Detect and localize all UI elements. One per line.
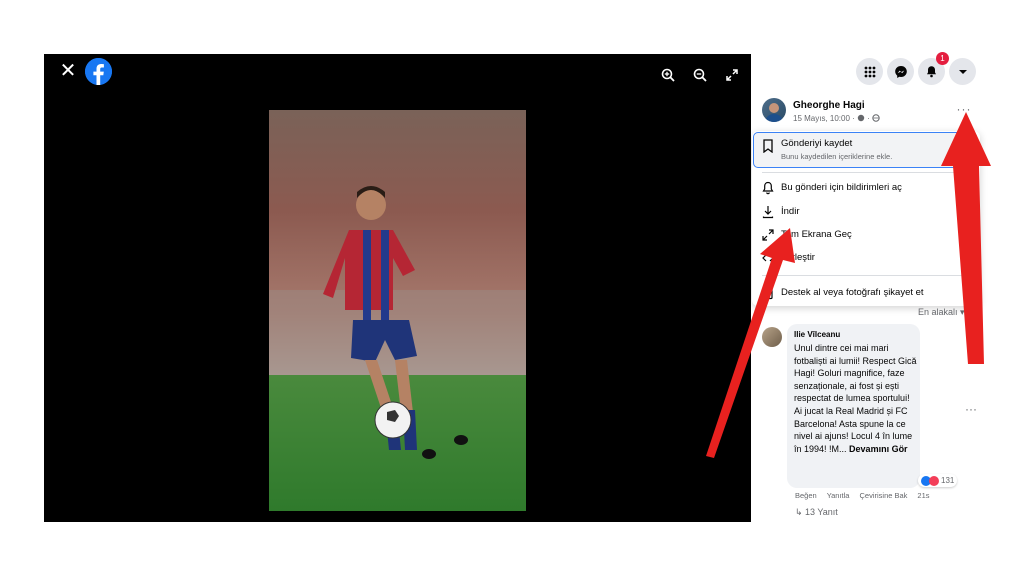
post-header: Gheorghe Hagi 15 Mayıs, 10:00 · · (762, 98, 972, 128)
fullscreen-icon[interactable] (721, 64, 743, 86)
post-meta: 15 Mayıs, 10:00 · · (793, 114, 880, 123)
post-photo (269, 110, 526, 511)
report-label: Destek al veya fotoğrafı şikayet et (781, 287, 924, 298)
facebook-logo[interactable] (85, 58, 112, 85)
fullscreen-label: Tam Ekrana Geç (781, 229, 852, 240)
menu-item-report[interactable]: Destek al veya fotoğrafı şikayet et (752, 283, 980, 303)
download-icon (762, 206, 774, 219)
notifications-button[interactable]: 1 (918, 52, 949, 85)
post-options-menu: Gönderiyi kaydet Bunu kaydedilen içerikl… (752, 131, 980, 306)
zoom-out-icon[interactable] (689, 64, 711, 86)
save-post-sublabel: Bunu kaydedilen içeriklerine ekle. (781, 152, 893, 161)
globe-icon (872, 114, 880, 122)
bell-icon (762, 181, 774, 195)
comment-sort-dropdown[interactable]: En alakalı ▾ (918, 307, 965, 318)
notification-badge: 1 (936, 52, 949, 65)
comment-reactions[interactable]: 131 (918, 474, 958, 487)
download-label: İndir (781, 206, 800, 217)
author-avatar[interactable] (762, 98, 786, 122)
comment-bubble: Ilie Vîlceanu Unul dintre cei mai mari f… (787, 324, 920, 488)
report-icon (763, 286, 773, 300)
embed-icon (762, 254, 774, 262)
reaction-count: 131 (941, 476, 955, 485)
clock-icon (857, 114, 865, 122)
facebook-f-icon (85, 58, 112, 85)
notifications-label: Bu gönderi için bildirimleri aç (781, 182, 902, 193)
view-replies-link[interactable]: ↳ 13 Yanıt (795, 507, 838, 518)
account-button[interactable] (949, 58, 976, 85)
caret-down-icon (958, 69, 967, 74)
messenger-button[interactable] (887, 58, 914, 85)
comment-actions: Beğen Yanıtla Çevirisine Bak 21s (795, 491, 930, 500)
post-author[interactable]: Gheorghe Hagi (793, 100, 865, 111)
menu-grid-button[interactable] (856, 58, 883, 85)
comment-time[interactable]: 21s (917, 491, 929, 500)
menu-item-notifications[interactable]: Bu gönderi için bildirimleri aç (752, 178, 980, 198)
menu-item-embed[interactable]: Yerleştir (752, 248, 980, 268)
post-options-button[interactable]: ··· (955, 103, 973, 118)
like-button[interactable]: Beğen (795, 491, 817, 500)
commenter-name[interactable]: Ilie Vîlceanu (794, 330, 840, 339)
close-icon[interactable]: ✕ (58, 60, 78, 82)
save-post-label: Gönderiyi kaydet (781, 138, 853, 149)
comment-text: Unul dintre cei mai mari fotbaliști ai l… (794, 343, 917, 454)
messenger-icon (894, 65, 907, 78)
football-player-photo (269, 110, 526, 511)
translate-button[interactable]: Çevirisine Bak (859, 491, 907, 500)
grid-icon (864, 66, 875, 77)
bell-icon (927, 66, 936, 78)
post-date[interactable]: 15 Mayıs, 10:00 · (793, 114, 855, 123)
reply-button[interactable]: Yanıtla (827, 491, 850, 500)
comment-options-button[interactable]: ··· (965, 402, 977, 416)
fullscreen-icon (762, 229, 774, 241)
embed-label: Yerleştir (781, 252, 815, 263)
see-more-link[interactable]: Devamını Gör (849, 444, 908, 454)
love-reaction-icon (929, 475, 939, 486)
bookmark-icon (763, 139, 773, 153)
commenter-avatar[interactable] (762, 327, 782, 347)
zoom-in-icon[interactable] (657, 64, 679, 86)
menu-item-download[interactable]: İndir (752, 202, 980, 222)
menu-item-fullscreen[interactable]: Tam Ekrana Geç (752, 225, 980, 245)
photo-viewer: ✕ (44, 54, 751, 522)
menu-item-save-post[interactable]: Gönderiyi kaydet Bunu kaydedilen içerikl… (753, 132, 977, 168)
